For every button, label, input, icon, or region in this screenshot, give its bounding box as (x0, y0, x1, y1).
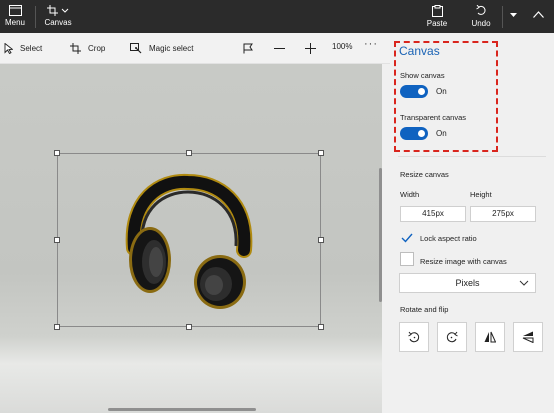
toolbar: Select Crop Magic select 100% ··· (0, 33, 390, 64)
minus-icon (274, 47, 285, 49)
rotate-right-icon (446, 331, 458, 343)
show-canvas-label: Show canvas (400, 71, 445, 80)
plus-icon (305, 42, 316, 54)
units-dropdown[interactable]: Pixels (399, 273, 536, 293)
canvas-button[interactable]: Canvas (44, 0, 72, 33)
caret-down-icon (509, 13, 517, 17)
width-input[interactable]: 415px (400, 206, 466, 222)
height-input[interactable]: 275px (470, 206, 536, 222)
rotate-flip-heading: Rotate and flip (400, 305, 449, 314)
lock-aspect-label: Lock aspect ratio (420, 234, 477, 243)
rotate-left-button[interactable] (399, 322, 429, 352)
selection-rectangle[interactable] (57, 153, 321, 327)
flag-icon (243, 43, 253, 53)
flip-horizontal-icon (484, 331, 496, 343)
chevron-up-icon (532, 11, 544, 18)
transparent-canvas-toggle[interactable] (400, 127, 428, 140)
crop-icon (70, 42, 81, 54)
canvas-label: Canvas (44, 18, 72, 27)
transparent-canvas-state: On (436, 129, 447, 138)
ribbon-separator (502, 6, 503, 28)
resize-handle[interactable] (186, 324, 192, 330)
transparent-canvas-label: Transparent canvas (400, 113, 467, 122)
show-canvas-state: On (436, 87, 447, 96)
zoom-in-button[interactable] (305, 33, 323, 63)
resize-handle[interactable] (318, 237, 324, 243)
more-options-button[interactable]: ··· (364, 38, 378, 50)
select-button[interactable]: Select (4, 33, 42, 63)
top-ribbon: Menu Canvas Paste Undo (0, 0, 554, 33)
flag-button[interactable] (243, 33, 261, 63)
paste-button[interactable]: Paste (424, 0, 450, 33)
divider (398, 156, 546, 157)
resize-image-checkbox[interactable] (400, 252, 414, 266)
ribbon-separator (35, 6, 36, 28)
crop-button[interactable]: Crop (70, 33, 105, 63)
menu-label: Menu (4, 18, 25, 27)
width-label: Width (400, 190, 420, 199)
resize-handle[interactable] (186, 150, 192, 156)
horizontal-scrollbar[interactable] (108, 408, 256, 411)
pane-title: Canvas (399, 44, 440, 58)
vertical-scrollbar[interactable] (379, 168, 382, 302)
undo-icon (475, 5, 486, 15)
select-label: Select (20, 43, 43, 53)
cursor-icon (4, 42, 13, 54)
show-canvas-toggle[interactable] (400, 85, 428, 98)
rotate-left-icon (408, 331, 420, 343)
resize-handle[interactable] (54, 150, 60, 156)
resize-handle[interactable] (318, 150, 324, 156)
flip-vertical-button[interactable] (513, 322, 543, 352)
resize-handle[interactable] (54, 237, 60, 243)
zoom-level[interactable]: 100% (332, 42, 352, 51)
height-label: Height (470, 190, 492, 199)
lock-aspect-checkbox[interactable] (400, 231, 414, 245)
resize-image-label: Resize image with canvas (420, 257, 507, 266)
paste-label: Paste (426, 19, 448, 28)
magic-select-button[interactable]: Magic select (130, 33, 193, 63)
folder-icon (8, 5, 22, 16)
units-value: Pixels (455, 278, 480, 288)
crop-label: Crop (88, 43, 106, 53)
canvas-crop-icon (47, 5, 69, 16)
canvas-side-pane: Canvas Show canvas On Transparent canvas… (390, 33, 554, 413)
flip-horizontal-button[interactable] (475, 322, 505, 352)
undo-button[interactable]: Undo (468, 0, 494, 33)
collapse-ribbon-button[interactable] (527, 0, 549, 33)
rotate-right-button[interactable] (437, 322, 467, 352)
undo-dropdown-button[interactable] (507, 0, 519, 33)
resize-handle[interactable] (318, 324, 324, 330)
menu-button[interactable]: Menu (4, 0, 26, 33)
magic-select-label: Magic select (149, 43, 194, 53)
resize-canvas-heading: Resize canvas (400, 170, 449, 179)
clipboard-icon (431, 5, 443, 17)
resize-handle[interactable] (54, 324, 60, 330)
zoom-out-button[interactable] (274, 33, 292, 63)
magic-select-icon (130, 42, 142, 53)
flip-vertical-icon (522, 331, 534, 343)
undo-label: Undo (471, 19, 491, 28)
chevron-down-icon (519, 280, 529, 286)
